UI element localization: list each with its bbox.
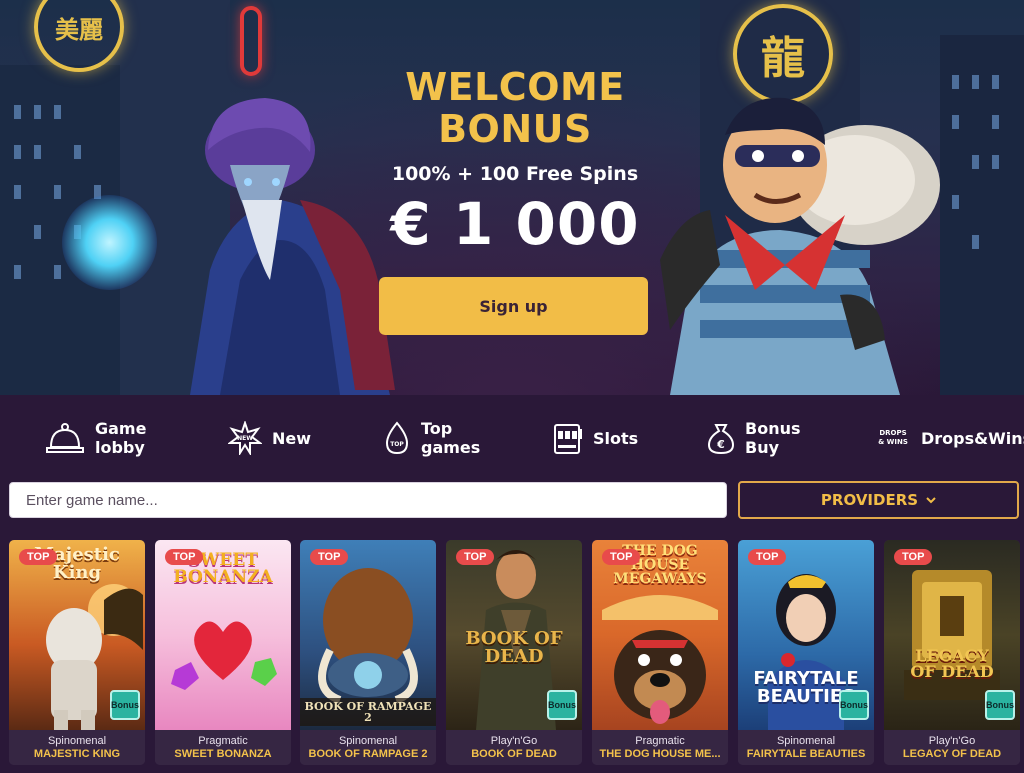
game-provider: Play'n'Go (928, 735, 976, 747)
category-label: Top games (421, 419, 481, 457)
game-card-fairytale-beauties[interactable]: FAIRYTALE BEAUTIES TOP Bonus Spinomenal … (738, 540, 874, 765)
category-label: Bonus Buy (745, 419, 801, 457)
game-provider: Spinomenal (47, 735, 107, 747)
game-name: SWEET BONANZA (174, 748, 272, 760)
star-burst-icon: NEW (228, 421, 262, 455)
category-nav: Game lobby NEW New TOP Top games Slots €… (0, 412, 1024, 467)
game-provider: Play'n'Go (490, 735, 538, 747)
bell-icon (46, 423, 84, 453)
game-provider: Pragmatic (635, 735, 685, 747)
top-badge: TOP (456, 549, 495, 565)
neon-sign-red (240, 6, 262, 76)
bonus-badge: Bonus (110, 690, 140, 720)
category-label: Slots (593, 428, 639, 448)
game-info: Spinomenal MAJESTIC KING (9, 730, 145, 765)
hero-title: WELCOME BONUS (405, 65, 625, 151)
category-bonus-buy[interactable]: € Bonus Buy (707, 412, 801, 464)
svg-text:NEW: NEW (237, 435, 253, 442)
game-name: MAJESTIC KING (33, 748, 121, 760)
top-badge: TOP (602, 549, 641, 565)
bonus-badge: Bonus (839, 690, 869, 720)
slot-machine-icon (554, 424, 582, 454)
top-badge: TOP (19, 549, 58, 565)
game-card-legacy-of-dead[interactable]: LEGACY OF DEAD TOP Bonus Play'n'Go LEGAC… (884, 540, 1020, 765)
game-card-majestic-king[interactable]: Majestic King TOP Bonus Spinomenal MAJES… (9, 540, 145, 765)
category-label: Game lobby (95, 419, 147, 457)
top-badge: TOP (165, 549, 204, 565)
game-thumbnail: BOOK OF RAMPAGE 2 (300, 540, 436, 730)
game-card-sweet-bonanza[interactable]: SWEET BONANZA TOP Pragmatic SWEET BONANZ… (155, 540, 291, 765)
game-thumbnail: THE DOG HOUSE MEGAWAYS (592, 540, 728, 730)
game-name: LEGACY OF DEAD (902, 748, 1002, 760)
game-card-book-of-dead[interactable]: BOOK OF DEAD TOP Bonus Play'n'Go BOOK OF… (446, 540, 582, 765)
money-bag-icon: € (707, 424, 735, 455)
game-provider: Pragmatic (198, 735, 248, 747)
city-building-right (940, 35, 1024, 395)
category-game-lobby[interactable]: Game lobby (45, 412, 146, 464)
game-info: Pragmatic SWEET BONANZA (155, 730, 291, 765)
game-info: Play'n'Go LEGACY OF DEAD (884, 730, 1020, 765)
providers-dropdown[interactable]: PROVIDERS (738, 481, 1019, 519)
category-top-games[interactable]: TOP Top games (383, 412, 480, 464)
neon-sign-right: 龍 (733, 4, 833, 104)
category-label: New (272, 428, 312, 448)
game-provider: Spinomenal (776, 735, 836, 747)
hero-banner: 美麗 龍 WELCOME BONUS 100% + 100 Free Spins… (0, 0, 1024, 395)
game-card-book-of-rampage-2[interactable]: BOOK OF RAMPAGE 2 TOP Spinomenal BOOK OF… (300, 540, 436, 765)
game-name: BOOK OF DEAD (471, 748, 557, 760)
game-name: FAIRYTALE BEAUTIES (746, 748, 866, 760)
svg-text:TOP: TOP (390, 441, 404, 448)
neon-sign-left: 美麗 (34, 0, 124, 72)
game-logo: BOOK OF RAMPAGE 2 (300, 698, 436, 726)
bonus-badge: Bonus (547, 690, 577, 720)
sign-up-button[interactable]: Sign up (379, 277, 648, 335)
games-grid: Majestic King TOP Bonus Spinomenal MAJES… (0, 540, 1024, 773)
search-input[interactable] (9, 482, 727, 518)
chevron-down-icon (926, 496, 936, 503)
top-badge: TOP (310, 549, 349, 565)
game-info: Play'n'Go BOOK OF DEAD (446, 730, 582, 765)
game-info: Spinomenal FAIRYTALE BEAUTIES (738, 730, 874, 765)
game-logo: LEGACY OF DEAD (910, 646, 994, 681)
game-logo: BOOK OF DEAD (465, 628, 563, 667)
top-badge: TOP (748, 549, 787, 565)
game-name: BOOK OF RAMPAGE 2 (308, 748, 428, 760)
svg-text:€: € (716, 438, 725, 451)
game-thumbnail: SWEET BONANZA (155, 540, 291, 730)
game-card-dog-house-megaways[interactable]: THE DOG HOUSE MEGAWAYS TOP Pragmatic THE… (592, 540, 728, 765)
flame-top-icon: TOP (385, 421, 409, 455)
bonus-amount: € 1 000 (390, 190, 640, 258)
category-slots[interactable]: Slots (553, 412, 638, 464)
top-badge: TOP (894, 549, 933, 565)
magic-orb (62, 195, 157, 290)
game-name: THE DOG HOUSE ME... (599, 748, 721, 760)
providers-label: PROVIDERS (820, 491, 919, 509)
game-provider: Spinomenal (338, 735, 398, 747)
game-info: Pragmatic THE DOG HOUSE ME... (592, 730, 728, 765)
drops-wins-icon: DROPS & WINS (878, 429, 908, 446)
category-drops-wins[interactable]: DROPS & WINS Drops&Wins (875, 412, 1024, 464)
hero-subtitle: 100% + 100 Free Spins (391, 163, 639, 185)
bonus-badge: Bonus (985, 690, 1015, 720)
category-label: Drops&Wins (921, 428, 1024, 448)
game-info: Spinomenal BOOK OF RAMPAGE 2 (300, 730, 436, 765)
category-new[interactable]: NEW New (228, 412, 311, 464)
